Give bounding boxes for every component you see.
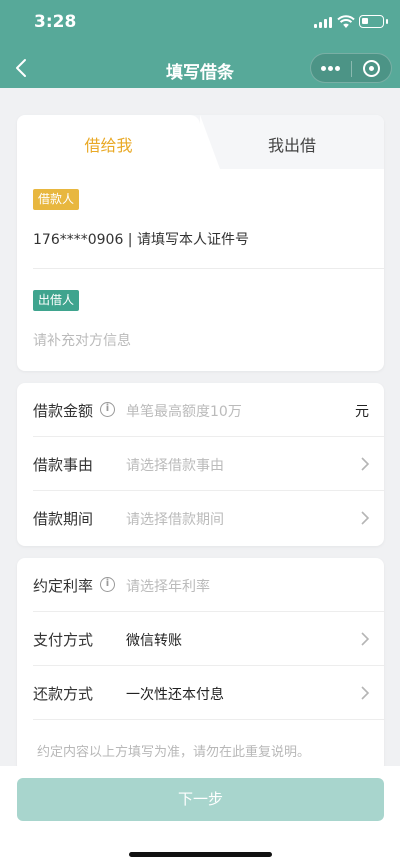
period-label: 借款期间 [33,510,94,528]
borrower-tag: 借款人 [33,189,80,210]
top-bar: 3:28 填写借条 [0,0,400,88]
amount-row[interactable]: 借款金额 i 单笔最高额度10万 元 [17,383,384,437]
tab-borrow-to-me[interactable]: 借给我 [17,132,200,156]
signal-icon [314,17,332,28]
terms-note-textarea[interactable]: 约定内容以上方填写为准，请勿在此重复说明。 [37,743,367,762]
chevron-right-icon [361,686,370,700]
chevron-right-icon [361,511,370,525]
status-bar: 3:28 [0,0,400,46]
status-time: 3:28 [34,12,77,32]
next-step-button[interactable]: 下一步 [17,778,384,821]
parties-card: 借给我 我出借 借款人 176****0906 | 请填写本人证件号 出借人 请… [17,115,384,371]
period-row[interactable]: 借款期间 请选择借款期间 [17,491,384,545]
loan-card: 借款金额 i 单笔最高额度10万 元 借款事由 请选择借款事由 借款期间 请选择… [17,383,384,546]
lender-tag: 出借人 [33,290,80,311]
terms-card: 约定利率 i 请选择年利率 支付方式 微信转账 还款方式 一次性还本付息 约定内… [17,558,384,773]
repayment-row[interactable]: 还款方式 一次性还本付息 [17,666,384,720]
lender-info-input[interactable]: 请补充对方信息 [33,330,131,350]
payment-row[interactable]: 支付方式 微信转账 [17,612,384,666]
rate-row[interactable]: 约定利率 i 请选择年利率 [17,558,384,612]
chevron-right-icon [361,457,370,471]
payment-label: 支付方式 [33,631,94,649]
close-circle-icon[interactable] [352,54,392,84]
amount-label: 借款金额 [33,402,94,420]
mini-program-capsule [310,53,392,83]
payment-value[interactable]: 微信转账 [126,630,182,650]
battery-icon [359,15,388,28]
home-indicator [129,852,272,857]
role-tabs: 借给我 我出借 [17,115,384,169]
reason-label: 借款事由 [33,456,94,474]
divider [33,268,384,269]
borrower-info[interactable]: 176****0906 | 请填写本人证件号 [33,229,249,249]
bottom-bar: 下一步 [0,766,400,865]
repayment-label: 还款方式 [33,685,94,703]
wifi-icon [337,15,355,28]
reason-row[interactable]: 借款事由 请选择借款事由 [17,437,384,491]
chevron-right-icon [361,632,370,646]
rate-label: 约定利率 [33,577,94,595]
info-icon[interactable]: i [100,402,115,417]
repayment-value[interactable]: 一次性还本付息 [126,684,224,704]
reason-select[interactable]: 请选择借款事由 [126,455,224,475]
info-icon[interactable]: i [100,577,115,592]
amount-unit: 元 [355,404,369,420]
period-select[interactable]: 请选择借款期间 [126,509,224,529]
more-icon[interactable] [311,54,351,84]
amount-input[interactable]: 单笔最高额度10万 [126,401,242,421]
rate-select[interactable]: 请选择年利率 [126,576,210,596]
tab-i-lend[interactable]: 我出借 [200,132,384,156]
